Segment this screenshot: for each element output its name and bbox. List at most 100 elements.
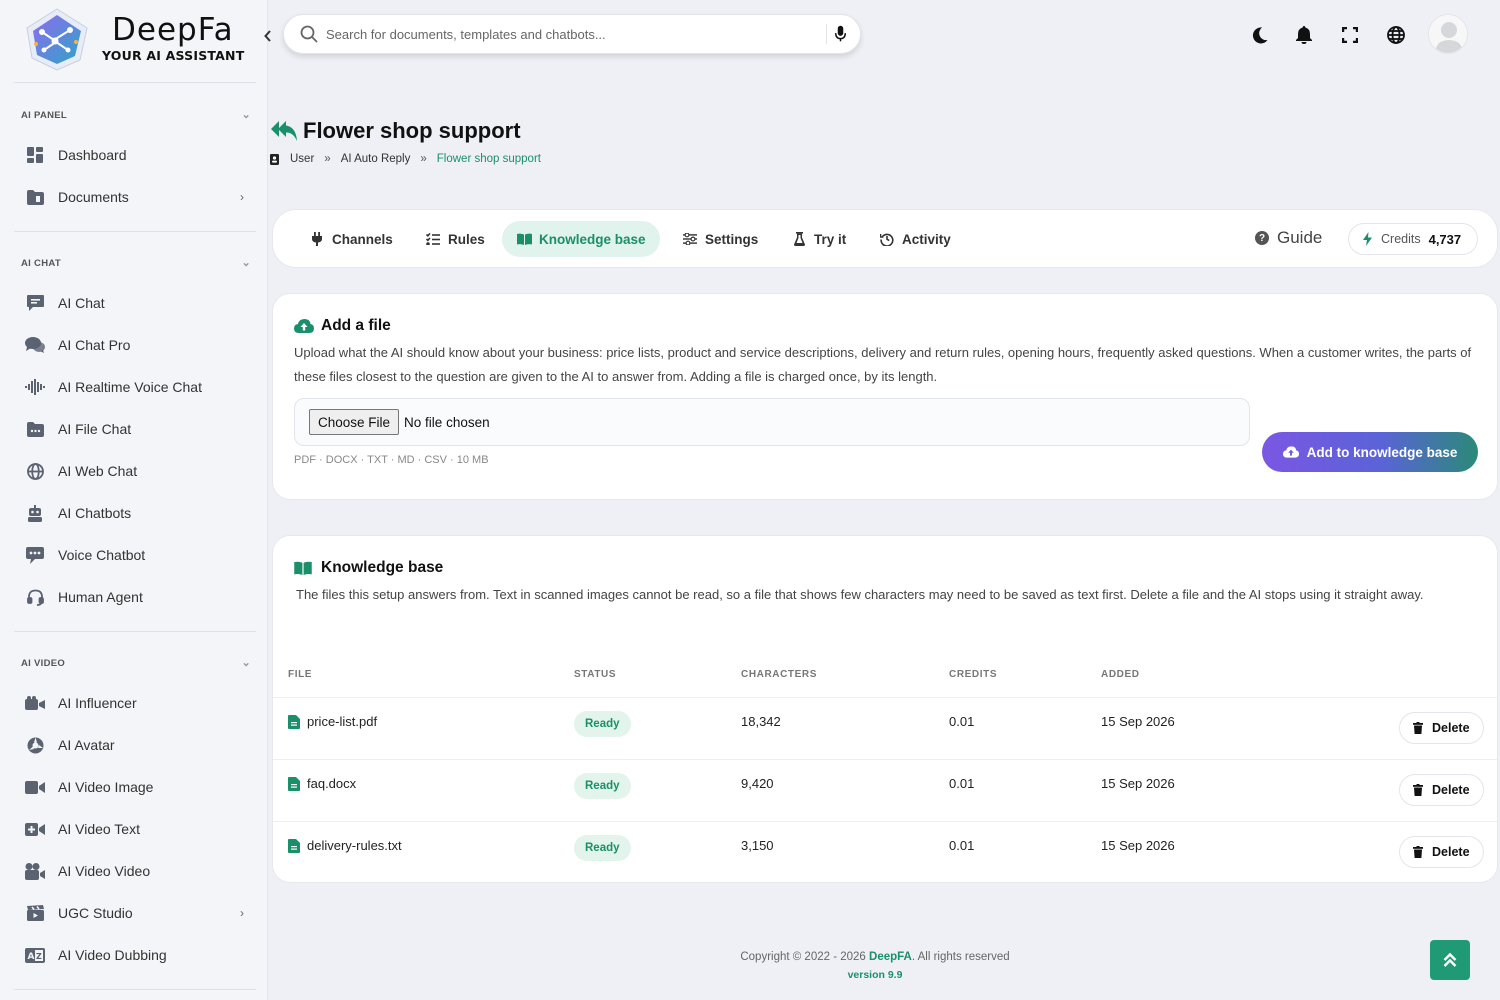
sidebar-divider xyxy=(14,82,256,83)
add-to-knowledge-base-button[interactable]: Add to knowledge base xyxy=(1262,432,1478,472)
add-file-description: Upload what the AI should know about you… xyxy=(294,345,1472,384)
tab-channels[interactable]: Channels xyxy=(295,221,407,257)
breadcrumb: User » AI Auto Reply » Flower shop suppo… xyxy=(270,152,541,166)
sidebar-item-label: Documents xyxy=(58,189,129,205)
sidebar-item-ai-file-chat[interactable]: AI File Chat xyxy=(14,411,256,447)
sidebar-item-ai-chat[interactable]: AI Chat xyxy=(14,285,256,321)
waveform-icon xyxy=(24,376,46,398)
sidebar-collapse-button[interactable] xyxy=(258,26,278,46)
delete-button[interactable]: Delete xyxy=(1399,712,1484,744)
globe-icon xyxy=(24,460,46,482)
reply-all-icon[interactable] xyxy=(270,119,298,143)
file-types-hint: PDF · DOCX · TXT · MD · CSV · 10 MB xyxy=(294,454,489,466)
breadcrumb-ai-auto-reply-link[interactable]: AI Auto Reply xyxy=(341,153,411,165)
sidebar-item-label: AI Video Video xyxy=(58,863,151,879)
button-label: Delete xyxy=(1432,845,1470,859)
sidebar-item-voice-chatbot[interactable]: Voice Chatbot xyxy=(14,537,256,573)
book-icon xyxy=(294,559,314,577)
knowledge-base-description: The files this setup answers from. Text … xyxy=(296,587,1424,602)
bell-icon[interactable] xyxy=(1293,24,1315,46)
file-picker[interactable]: Choose File No file chosen xyxy=(294,398,1250,446)
section-title: AI VIDEO xyxy=(21,658,66,669)
breadcrumb-user-link[interactable]: User xyxy=(290,153,314,165)
delete-button[interactable]: Delete xyxy=(1399,836,1484,868)
sidebar-item-ai-realtime-voice-chat[interactable]: AI Realtime Voice Chat xyxy=(14,369,256,405)
sidebar-item-label: AI Avatar xyxy=(58,737,115,753)
book-icon xyxy=(516,231,532,247)
tab-activity[interactable]: Activity xyxy=(865,221,965,257)
tab-try-it[interactable]: Try it xyxy=(777,221,860,257)
brand-tagline: YOUR AI ASSISTANT xyxy=(102,48,245,63)
voice-bot-icon xyxy=(24,544,46,566)
credits-label: Credits xyxy=(1381,232,1421,246)
search-icon xyxy=(300,24,320,44)
brand-logo[interactable]: DeepFa YOUR AI ASSISTANT xyxy=(20,6,260,72)
credits-badge[interactable]: Credits 4,737 xyxy=(1348,223,1478,255)
sidebar-divider xyxy=(14,631,256,632)
tab-label: Knowledge base xyxy=(539,231,646,247)
column-header-characters: CHARACTERS xyxy=(741,669,817,680)
file-icon xyxy=(288,838,300,853)
sidebar-item-human-agent[interactable]: Human Agent xyxy=(14,579,256,615)
status-badge: Ready xyxy=(574,773,631,799)
knowledge-base-card: Knowledge base The files this setup answ… xyxy=(272,535,1498,883)
tab-label: Settings xyxy=(705,231,759,247)
guide-link[interactable]: ? Guide xyxy=(1255,228,1322,248)
section-header-ai-panel[interactable]: AI PANEL ⌄ xyxy=(21,109,251,126)
tab-rules[interactable]: Rules xyxy=(411,221,499,257)
table-row: faq.docx Ready 9,420 0.01 15 Sep 2026 De… xyxy=(273,759,1497,821)
sidebar-divider xyxy=(14,231,256,232)
credits-value: 4,737 xyxy=(1428,231,1462,247)
folder-icon xyxy=(24,186,46,208)
camera-icon xyxy=(24,692,46,714)
topbar xyxy=(269,0,1500,72)
choose-file-button[interactable]: Choose File xyxy=(309,409,400,435)
sidebar-item-ai-influencer[interactable]: AI Influencer xyxy=(14,685,256,721)
sidebar-item-ai-web-chat[interactable]: AI Web Chat xyxy=(14,453,256,489)
section-header-ai-chat[interactable]: AI CHAT ⌄ xyxy=(21,257,251,274)
scroll-to-top-button[interactable] xyxy=(1430,940,1470,980)
sidebar-item-ai-video-image[interactable]: AI Video Image xyxy=(14,769,256,805)
logo-mark-icon xyxy=(26,8,88,71)
sidebar-item-ai-chatbots[interactable]: AI Chatbots xyxy=(14,495,256,531)
characters-cell: 9,420 xyxy=(741,776,774,791)
sidebar-item-dashboard[interactable]: Dashboard xyxy=(14,137,256,173)
chevron-right-icon: › xyxy=(240,190,244,204)
sidebar-item-ai-chat-pro[interactable]: AI Chat Pro xyxy=(14,327,256,363)
sidebar-item-documents[interactable]: Documents › xyxy=(14,179,256,215)
tab-knowledge-base[interactable]: Knowledge base xyxy=(502,221,660,257)
chevron-down-icon: ⌄ xyxy=(241,109,251,121)
file-name-cell: delivery-rules.txt xyxy=(288,838,402,853)
delete-button[interactable]: Delete xyxy=(1399,774,1484,806)
column-header-credits: CREDITS xyxy=(949,669,998,680)
column-header-file: FILE xyxy=(288,669,313,680)
sidebar-item-ugc-studio[interactable]: UGC Studio › xyxy=(14,895,256,931)
file-status: No file chosen xyxy=(404,414,490,430)
lightning-icon xyxy=(1363,232,1375,246)
search-bar[interactable] xyxy=(283,14,861,54)
tab-label: Try it xyxy=(814,231,847,247)
footer-brand-link[interactable]: DeepFA xyxy=(869,951,912,963)
sliders-icon xyxy=(682,231,698,247)
language-globe-icon[interactable] xyxy=(1385,24,1407,46)
credits-cell: 0.01 xyxy=(949,838,975,853)
sidebar-item-ai-video-text[interactable]: AI Video Text xyxy=(14,811,256,847)
sidebar-item-ai-video-dubbing[interactable]: AZ AI Video Dubbing xyxy=(14,937,256,973)
fullscreen-icon[interactable] xyxy=(1339,24,1361,46)
sidebar-item-ai-avatar[interactable]: AI Avatar xyxy=(14,727,256,763)
file-name-cell: price-list.pdf xyxy=(288,714,377,729)
microphone-icon[interactable] xyxy=(826,24,846,44)
sidebar-item-ai-video-video[interactable]: AI Video Video xyxy=(14,853,256,889)
moon-icon[interactable] xyxy=(1249,24,1271,46)
section-header-ai-video[interactable]: AI VIDEO ⌄ xyxy=(21,657,251,674)
cloud-upload-icon xyxy=(1282,445,1299,459)
search-input[interactable] xyxy=(326,26,806,42)
cloud-upload-icon xyxy=(294,317,314,335)
trash-icon xyxy=(1413,722,1424,734)
tab-settings[interactable]: Settings xyxy=(668,221,772,257)
avatar-spin-icon xyxy=(24,734,46,756)
file-name: delivery-rules.txt xyxy=(307,838,402,853)
added-cell: 15 Sep 2026 xyxy=(1101,776,1175,791)
chevron-down-icon: ⌄ xyxy=(241,257,251,269)
user-avatar[interactable] xyxy=(1428,14,1468,54)
